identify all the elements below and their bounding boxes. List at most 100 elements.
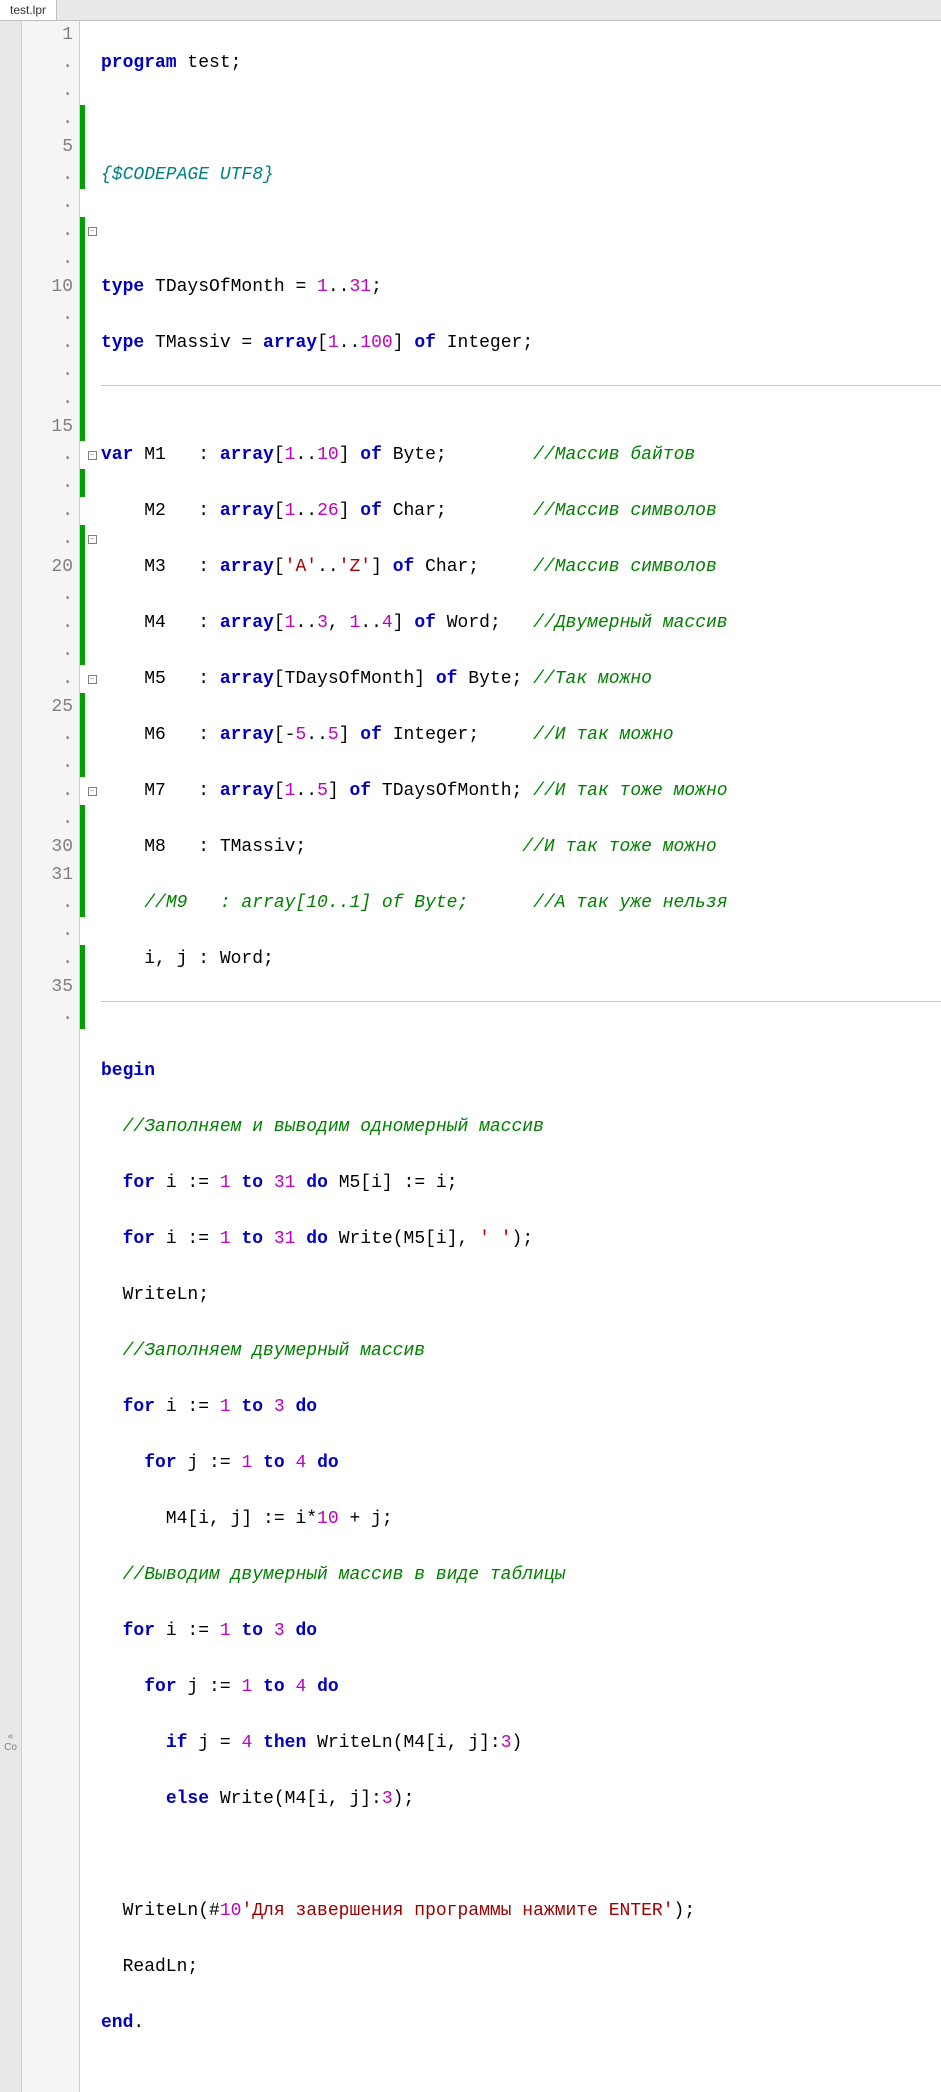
fold-marker xyxy=(85,301,99,329)
line-number: . xyxy=(22,245,73,273)
code-line: M2 : array[1..26] of Char; //Массив симв… xyxy=(101,497,941,525)
line-number: 30 xyxy=(22,833,73,861)
code-line: M3 : array['A'..'Z'] of Char; //Массив с… xyxy=(101,553,941,581)
line-number: . xyxy=(22,77,73,105)
line-number: 31 xyxy=(22,861,73,889)
fold-marker xyxy=(85,413,99,441)
code-line: //Заполняем двумерный массив xyxy=(101,1337,941,1365)
left-sidebar: « Co xyxy=(0,21,22,2092)
fold-marker xyxy=(85,329,99,357)
fold-marker[interactable]: − xyxy=(85,441,99,469)
fold-marker xyxy=(85,161,99,189)
line-number: . xyxy=(22,497,73,525)
fold-collapse-icon[interactable]: − xyxy=(88,675,97,684)
line-number: 1 xyxy=(22,21,73,49)
code-line: begin xyxy=(101,1057,941,1085)
code-line: else Write(M4[i, j]:3); xyxy=(101,1785,941,1813)
fold-marker xyxy=(85,469,99,497)
line-number: 35 xyxy=(22,973,73,1001)
line-number: . xyxy=(22,749,73,777)
fold-marker xyxy=(85,889,99,917)
line-number: . xyxy=(22,665,73,693)
fold-marker xyxy=(85,749,99,777)
code-line xyxy=(101,105,941,133)
fold-marker xyxy=(85,77,99,105)
fold-marker xyxy=(85,721,99,749)
fold-marker xyxy=(85,917,99,945)
fold-marker[interactable]: − xyxy=(85,777,99,805)
editor-window: test.lpr « Co 1...5....10....15....20...… xyxy=(0,0,941,1046)
fold-marker xyxy=(85,609,99,637)
line-number: . xyxy=(22,637,73,665)
fold-marker xyxy=(85,189,99,217)
fold-collapse-icon[interactable]: − xyxy=(88,451,97,460)
sidebar-chevron-icon[interactable]: « xyxy=(8,1731,14,1742)
code-line: //Выводим двумерный массив в виде таблиц… xyxy=(101,1561,941,1589)
code-line: for j := 1 to 4 do xyxy=(101,1673,941,1701)
fold-marker xyxy=(85,385,99,413)
fold-collapse-icon[interactable]: − xyxy=(88,227,97,236)
code-line: M4 : array[1..3, 1..4] of Word; //Двумер… xyxy=(101,609,941,637)
code-area: « Co 1...5....10....15....20....25....30… xyxy=(0,21,941,2092)
fold-collapse-icon[interactable]: − xyxy=(88,535,97,544)
line-number: . xyxy=(22,777,73,805)
fold-marker xyxy=(85,133,99,161)
fold-marker xyxy=(85,581,99,609)
line-number: . xyxy=(22,217,73,245)
code-line: WriteLn; xyxy=(101,1281,941,1309)
line-number: . xyxy=(22,49,73,77)
fold-marker xyxy=(85,805,99,833)
code-content[interactable]: program test; {$CODEPAGE UTF8} type TDay… xyxy=(99,21,941,2092)
code-line xyxy=(101,217,941,245)
fold-marker[interactable]: − xyxy=(85,665,99,693)
sidebar-label: Co xyxy=(4,1742,17,1753)
line-number: . xyxy=(22,105,73,133)
code-line: program test; xyxy=(101,49,941,77)
code-line: var M1 : array[1..10] of Byte; //Массив … xyxy=(101,441,941,469)
code-line: type TMassiv = array[1..100] of Integer; xyxy=(101,329,941,357)
line-number: . xyxy=(22,301,73,329)
code-line: for i := 1 to 31 do Write(M5[i], ' '); xyxy=(101,1225,941,1253)
code-line: end. xyxy=(101,2009,941,2037)
code-line xyxy=(101,1841,941,1869)
fold-marker[interactable]: − xyxy=(85,525,99,553)
fold-column: − − − − − xyxy=(85,21,99,2092)
file-tab[interactable]: test.lpr xyxy=(0,0,57,20)
fold-marker xyxy=(85,553,99,581)
fold-marker xyxy=(85,1001,99,1029)
code-line: for i := 1 to 31 do M5[i] := i; xyxy=(101,1169,941,1197)
fold-marker[interactable]: − xyxy=(85,217,99,245)
code-line: M4[i, j] := i*10 + j; xyxy=(101,1505,941,1533)
code-line: WriteLn(#10'Для завершения программы наж… xyxy=(101,1897,941,1925)
line-number: . xyxy=(22,721,73,749)
line-number: . xyxy=(22,889,73,917)
line-number: 5 xyxy=(22,133,73,161)
line-number: . xyxy=(22,357,73,385)
fold-marker xyxy=(85,861,99,889)
code-line: M7 : array[1..5] of TDaysOfMonth; //И та… xyxy=(101,777,941,805)
code-line: M6 : array[-5..5] of Integer; //И так мо… xyxy=(101,721,941,749)
fold-collapse-icon[interactable]: − xyxy=(88,787,97,796)
code-line: ReadLn; xyxy=(101,1953,941,1981)
fold-marker xyxy=(85,497,99,525)
code-line: //Заполняем и выводим одномерный массив xyxy=(101,1113,941,1141)
code-line: for i := 1 to 3 do xyxy=(101,1393,941,1421)
fold-marker xyxy=(85,105,99,133)
fold-marker xyxy=(85,273,99,301)
code-line: M5 : array[TDaysOfMonth] of Byte; //Так … xyxy=(101,665,941,693)
fold-marker xyxy=(85,357,99,385)
line-number: . xyxy=(22,581,73,609)
line-number: 20 xyxy=(22,553,73,581)
tab-bar: test.lpr xyxy=(0,0,941,21)
code-line: M8 : TMassiv; //И так тоже можно xyxy=(101,833,941,861)
fold-marker xyxy=(85,693,99,721)
code-line: if j = 4 then WriteLn(M4[i, j]:3) xyxy=(101,1729,941,1757)
line-number: . xyxy=(22,917,73,945)
line-number: . xyxy=(22,945,73,973)
fold-marker xyxy=(85,973,99,1001)
code-line: //M9 : array[10..1] of Byte; //А так уже… xyxy=(101,889,941,917)
line-number: 10 xyxy=(22,273,73,301)
line-number: . xyxy=(22,441,73,469)
line-number: . xyxy=(22,525,73,553)
line-number-gutter: 1...5....10....15....20....25....3031...… xyxy=(22,21,80,2092)
